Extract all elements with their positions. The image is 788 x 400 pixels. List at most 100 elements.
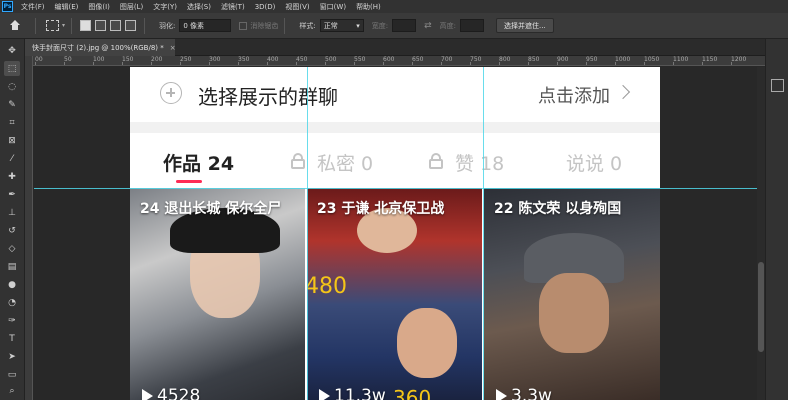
canvas-area[interactable]: 选择展示的群聊 点击添加 作品 24 私密 0 赞 18 说说 0 24 退出长… [34,67,765,400]
swap-icon[interactable]: ⇄ [424,21,432,31]
eraser-tool-icon[interactable]: ◇ [4,241,20,256]
lock-icon [291,153,305,169]
divider [71,17,73,34]
panel-icon[interactable] [771,79,784,92]
divider [144,17,146,34]
menu-edit[interactable]: 编辑(E) [55,2,79,12]
stamp-tool-icon[interactable]: ⊥ [4,205,20,220]
play-count-value: 4528 [157,386,201,400]
scrollbar-thumb[interactable] [758,262,764,352]
style-select[interactable]: 正常 ▾ [319,19,364,32]
menu-filter[interactable]: 滤镜(T) [221,2,245,12]
play-icon [496,389,507,400]
ruler-tick [673,62,674,65]
home-icon[interactable] [9,19,21,32]
video-title: 23 于谦 北京保卫战 [317,201,445,217]
guide-line[interactable] [307,67,308,400]
eyedropper-tool-icon[interactable]: ⁄ [4,151,20,166]
scrollbar[interactable] [757,67,765,400]
ruler-label: 100 [93,56,105,63]
lasso-tool-icon[interactable]: ◌ [4,79,20,94]
chevron-down-icon: ▾ [356,21,360,30]
select-and-mask-button[interactable]: 选择并遮住... [496,18,554,33]
ruler-label: 50 [64,56,72,63]
video-thumbnail: 22 陈文荣 以身殉国 3.3w [484,188,660,400]
antialias-checkbox[interactable] [239,21,248,30]
ruler-label: 200 [151,56,163,63]
intersect-selection-button[interactable] [125,20,137,31]
crop-tool-icon[interactable]: ⌗ [4,115,20,130]
chevron-down-icon[interactable]: ▾ [62,22,65,29]
style-label: 样式: [299,21,316,30]
play-count: 11.3w [319,386,386,400]
ruler-tick [209,62,210,65]
frame-tool-icon[interactable]: ⊠ [4,133,20,148]
divider [130,122,660,133]
options-bar: ▾ 羽化: 0 像素 消除锯齿 样式: 正常 ▾ 宽度: ⇄ 高度: 选择并遮住.… [0,13,788,39]
height-input[interactable] [460,19,484,32]
menu-view[interactable]: 视图(V) [285,2,309,12]
gradient-tool-icon[interactable]: ▤ [4,259,20,274]
menu-select[interactable]: 选择(S) [187,2,211,12]
menu-file[interactable]: 文件(F) [21,2,45,12]
type-tool-icon[interactable]: T [4,331,20,346]
close-icon[interactable]: × [170,44,176,52]
menu-3d[interactable]: 3D(D) [255,3,276,11]
menu-window[interactable]: 窗口(W) [320,2,346,12]
zoom-tool-icon[interactable]: ⌕ [4,383,20,398]
menu-bar: Ps 文件(F) 编辑(E) 图像(I) 图层(L) 文字(Y) 选择(S) 滤… [0,0,788,13]
quick-select-tool-icon[interactable]: ✎ [4,97,20,112]
menu-help[interactable]: 帮助(H) [356,2,381,12]
path-select-icon[interactable]: ➤ [4,349,20,364]
document-canvas[interactable]: 选择展示的群聊 点击添加 作品 24 私密 0 赞 18 说说 0 24 退出长… [130,67,660,400]
ruler-vertical[interactable] [25,56,33,400]
video-thumbnail: 24 退出长城 保尔全尸 4528 [130,188,305,400]
subtract-selection-button[interactable] [110,20,122,31]
new-selection-button[interactable] [80,20,92,31]
shape-tool-icon[interactable]: ▭ [4,367,20,382]
brush-tool-icon[interactable]: ✒ [4,187,20,202]
menu-layer[interactable]: 图层(L) [120,2,143,12]
ruler-label: 650 [412,56,424,63]
move-tool-icon[interactable]: ✥ [4,43,20,58]
healing-brush-icon[interactable]: ✚ [4,169,20,184]
ruler-horizontal[interactable]: 00 50 100 150 200 250 300 350 400 450 500 550 600 650… [33,56,765,66]
ruler-tick [35,62,36,65]
document-tab[interactable]: 快手封面尺寸 (2).jpg @ 100%(RGB/8) * × [25,39,176,56]
play-count-value: 11.3w [334,386,386,400]
ruler-label: 850 [528,56,540,63]
ruler-tick [412,62,413,65]
feather-input[interactable]: 0 像素 [179,19,232,32]
menu-image[interactable]: 图像(I) [88,2,110,12]
blur-tool-icon[interactable]: ● [4,277,20,292]
portrait-shape [539,273,609,353]
lock-icon [429,153,443,169]
add-selection-button[interactable] [95,20,107,31]
ruler-label: 550 [354,56,366,63]
select-group-title: 选择展示的群聊 [198,85,338,109]
photoshop-logo: Ps [2,1,13,12]
ruler-label: 750 [470,56,482,63]
guide-line[interactable] [34,188,765,189]
ruler-tick [180,62,181,65]
ruler-label: 800 [499,56,511,63]
guide-line[interactable] [483,67,484,400]
ruler-label: 450 [296,56,308,63]
ruler-label: 1200 [731,56,747,63]
history-brush-icon[interactable]: ↺ [4,223,20,238]
play-icon [142,389,153,400]
menu-type[interactable]: 文字(Y) [153,2,177,12]
marquee-tool-icon[interactable]: ⬚ [4,61,20,76]
video-title: 22 陈文荣 以身殉国 [494,201,622,217]
pen-tool-icon[interactable]: ✑ [4,313,20,328]
width-input[interactable] [392,19,417,32]
video-thumbnail: 23 于谦 北京保卫战 480 360 11.3w [307,188,482,400]
ruler-tick [354,62,355,65]
portrait-shape [397,308,457,378]
ruler-tick [702,62,703,65]
rect-marquee-icon[interactable] [46,20,59,31]
dodge-tool-icon[interactable]: ◔ [4,295,20,310]
ruler-tick [615,62,616,65]
tab-underline [176,180,202,183]
chevron-right-icon [615,84,631,100]
